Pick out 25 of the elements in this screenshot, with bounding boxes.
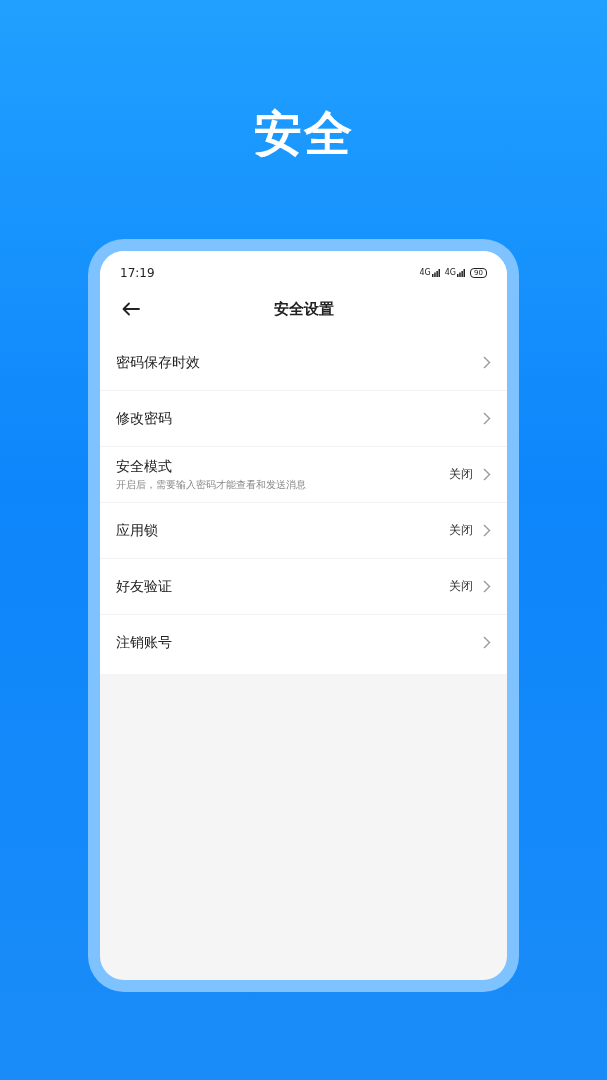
settings-row[interactable]: 修改密码 (100, 391, 507, 447)
chevron-icon (483, 468, 491, 481)
settings-row[interactable]: 安全模式 开启后，需要输入密码才能查看和发送消息 关闭 (100, 447, 507, 503)
setting-label: 密码保存时效 (116, 353, 201, 372)
settings-row[interactable]: 密码保存时效 (100, 335, 507, 391)
setting-label: 注销账号 (116, 633, 173, 652)
setting-value: 关闭 (449, 522, 473, 539)
chevron-icon (483, 412, 491, 425)
setting-value: 关闭 (449, 578, 473, 595)
chevron-icon (483, 356, 491, 369)
screen-title: 安全设置 (273, 299, 334, 319)
setting-label: 安全模式 (116, 457, 173, 476)
settings-row[interactable]: 好友验证 关闭 (100, 559, 507, 615)
chevron-icon (483, 636, 491, 649)
setting-value: 关闭 (449, 466, 473, 483)
chevron-icon (483, 524, 491, 537)
settings-row[interactable]: 注销账号 (100, 615, 507, 670)
setting-label: 修改密码 (116, 409, 173, 428)
setting-label: 好友验证 (116, 577, 173, 596)
chevron-icon (483, 580, 491, 593)
status-time: 17:19 (120, 266, 155, 280)
headline: 安全 (253, 104, 354, 163)
setting-label: 应用锁 (116, 521, 159, 540)
settings-row[interactable]: 应用锁 关闭 (100, 503, 507, 559)
setting-description: 开启后，需要输入密码才能查看和发送消息 (116, 477, 307, 492)
